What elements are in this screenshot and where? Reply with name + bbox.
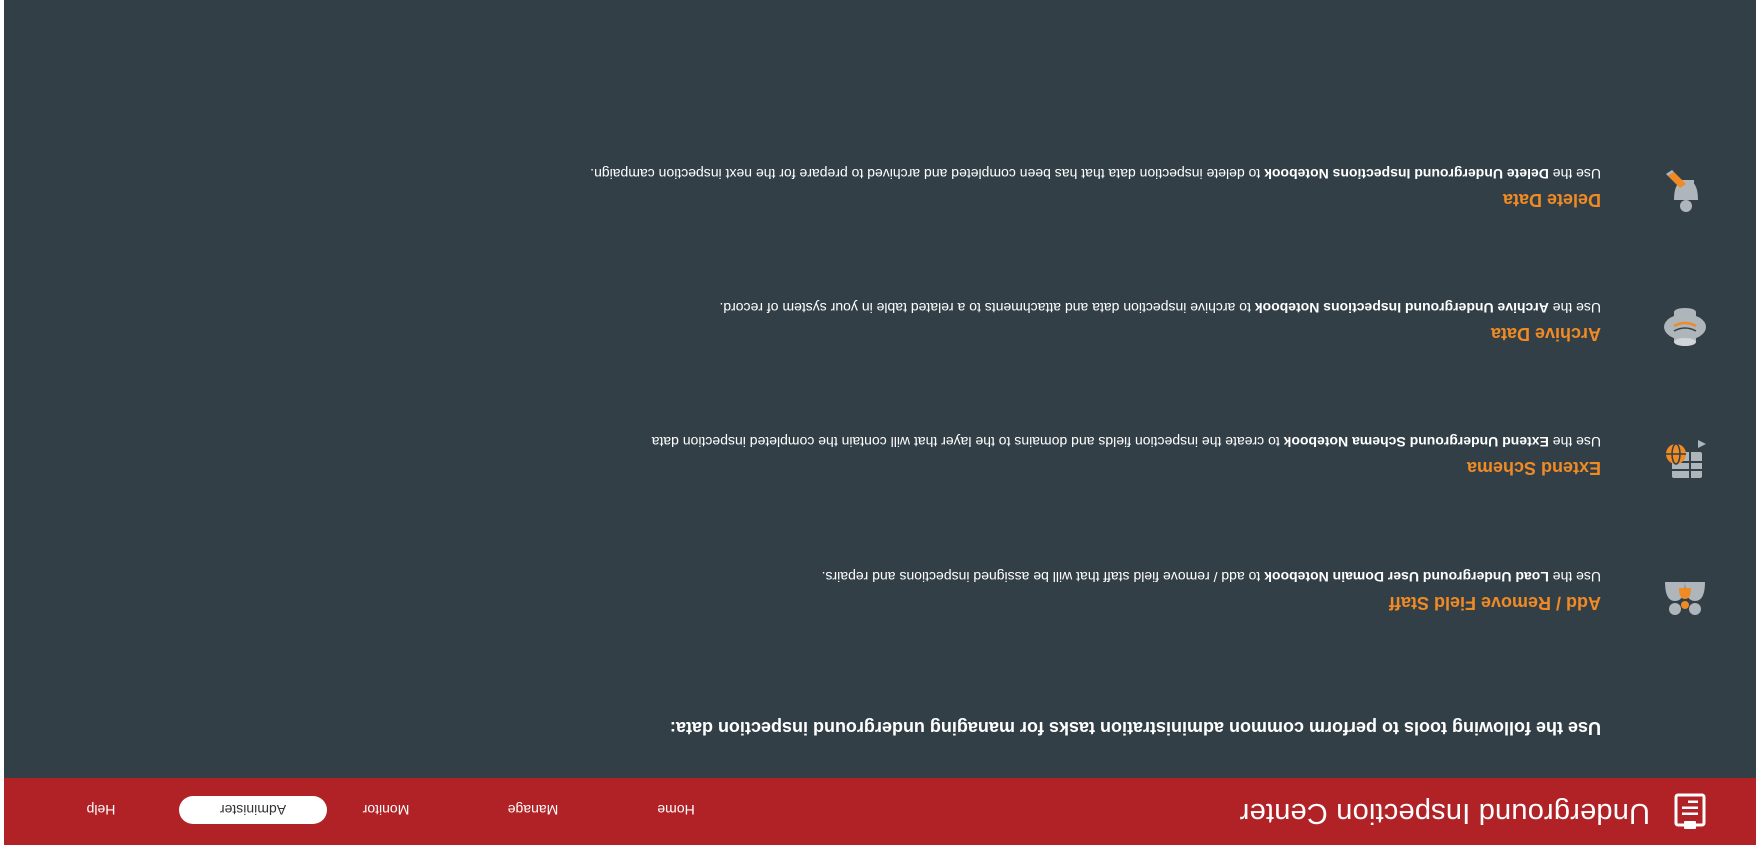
top-navbar: Underground Inspection Center Home Manag… xyxy=(4,778,1756,845)
main-content: Use the following tools to perform commo… xyxy=(4,0,1756,778)
app-root: Underground Inspection Center Home Manag… xyxy=(0,0,1756,850)
notebook-name: Delete Underground Inspections Notebook xyxy=(1264,166,1549,182)
nav-help[interactable]: Help xyxy=(76,796,126,824)
nav-home[interactable]: Home xyxy=(646,796,706,824)
tool-desc-delete-data: Use the Delete Underground Inspections N… xyxy=(590,166,1601,182)
intro-text: Use the following tools to perform commo… xyxy=(669,718,1601,738)
nav-administer[interactable]: Administer xyxy=(179,796,327,824)
table-globe-icon xyxy=(1662,438,1708,484)
tool-title-extend-schema[interactable]: Extend Schema xyxy=(1467,457,1601,478)
tool-desc-archive-data: Use the Archive Underground Inspections … xyxy=(719,300,1601,316)
notebook-name: Archive Underground Inspections Notebook xyxy=(1254,300,1549,316)
eraser-icon xyxy=(1662,170,1708,216)
notebook-name: Load Underground User Domain Notebook xyxy=(1264,569,1549,585)
tool-title-add-remove-field-staff[interactable]: Add / Remove Field Staff xyxy=(1389,592,1601,613)
nav-manage[interactable]: Manage xyxy=(493,796,573,824)
app-title: Underground Inspection Center xyxy=(1239,797,1650,829)
notebook-name: Extend Underground Schema Notebook xyxy=(1283,434,1549,450)
window-edge xyxy=(0,0,4,850)
tool-desc-extend-schema: Use the Extend Underground Schema Notebo… xyxy=(651,434,1601,450)
tool-title-archive-data[interactable]: Archive Data xyxy=(1491,323,1601,344)
tool-title-delete-data[interactable]: Delete Data xyxy=(1503,189,1601,210)
database-icon xyxy=(1662,304,1708,350)
tool-desc-add-remove-field-staff: Use the Load Underground User Domain Not… xyxy=(821,569,1601,585)
nav-monitor[interactable]: Monitor xyxy=(346,796,426,824)
clipboard-icon xyxy=(1671,793,1709,831)
people-icon xyxy=(1662,572,1708,618)
